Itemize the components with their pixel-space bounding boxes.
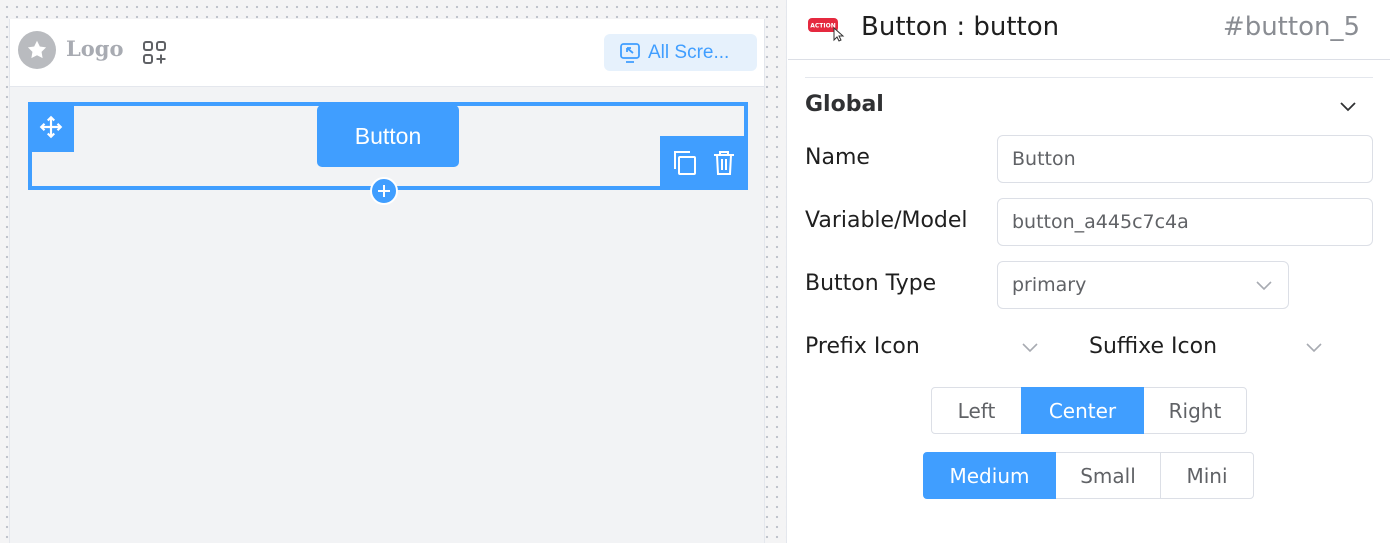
chevron-down-icon	[1306, 342, 1322, 352]
panel-title: Button : button	[861, 12, 1060, 42]
name-input[interactable]: Button	[997, 135, 1373, 183]
logo-text: Logo	[66, 36, 124, 61]
preview-button[interactable]: Button	[317, 105, 459, 167]
chevron-down-icon	[1022, 342, 1038, 352]
design-canvas[interactable]: Logo All Scre... Button	[0, 0, 787, 543]
trash-icon[interactable]	[712, 149, 736, 177]
size-medium-button[interactable]: Medium	[923, 452, 1056, 499]
align-center-button[interactable]: Center	[1021, 387, 1144, 434]
all-screens-button[interactable]: All Scre...	[604, 34, 757, 71]
app-header: Logo All Scre...	[10, 19, 764, 87]
size-button-group: Medium Small Mini	[923, 452, 1254, 499]
section-global-title[interactable]: Global	[805, 92, 884, 117]
selected-widget-container[interactable]: Button	[28, 102, 748, 205]
apps-add-icon[interactable]	[142, 40, 168, 66]
svg-text:ACTION: ACTION	[810, 23, 836, 30]
chevron-down-icon	[1256, 281, 1272, 291]
widget-toolbox	[660, 136, 748, 190]
button-type-value: primary	[1012, 274, 1087, 296]
logo-star-icon	[18, 31, 56, 69]
screen-cursor-icon	[620, 42, 640, 63]
panel-header: ACTION Button : button #button_5	[788, 0, 1390, 60]
button-type-label: Button Type	[805, 271, 937, 296]
suffix-icon-select[interactable]: Suffixe Icon	[1089, 334, 1324, 359]
all-screens-label: All Scre...	[648, 41, 730, 63]
variable-input[interactable]: button_a445c7c4a	[997, 198, 1373, 246]
copy-icon[interactable]	[672, 149, 698, 177]
name-label: Name	[805, 145, 870, 170]
variable-label: Variable/Model	[805, 208, 968, 233]
button-type-select[interactable]: primary	[997, 261, 1289, 309]
size-mini-button[interactable]: Mini	[1160, 452, 1254, 499]
prefix-icon-label: Prefix Icon	[805, 334, 920, 359]
alignment-button-group: Left Center Right	[931, 387, 1247, 434]
properties-panel: ACTION Button : button #button_5 Global …	[788, 0, 1390, 543]
action-badge-icon: ACTION	[808, 18, 845, 42]
align-right-button[interactable]: Right	[1143, 387, 1247, 434]
size-small-button[interactable]: Small	[1055, 452, 1161, 499]
section-divider	[805, 77, 1373, 78]
chevron-down-icon[interactable]	[1338, 96, 1358, 116]
prefix-icon-select[interactable]: Prefix Icon	[805, 334, 1040, 359]
suffix-icon-label: Suffixe Icon	[1089, 334, 1218, 359]
add-widget-plus-icon[interactable]	[370, 177, 398, 205]
align-left-button[interactable]: Left	[931, 387, 1022, 434]
move-icon[interactable]	[28, 102, 74, 152]
widget-id: #button_5	[1222, 12, 1360, 42]
device-frame: Logo All Scre... Button	[9, 19, 765, 543]
